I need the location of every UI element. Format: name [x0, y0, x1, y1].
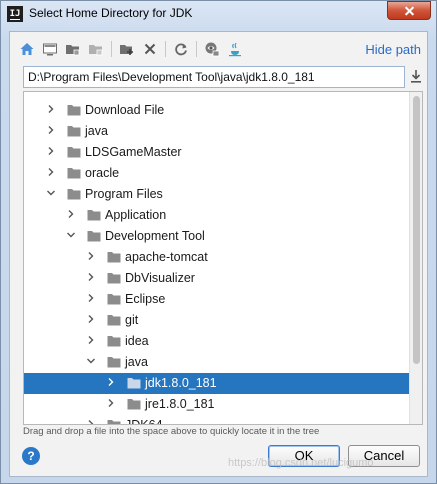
tree-row[interactable]: idea — [24, 331, 409, 352]
scrollbar-thumb[interactable] — [413, 96, 420, 364]
vertical-scrollbar[interactable] — [409, 92, 422, 424]
folder-icon — [107, 252, 121, 263]
tree-row-label: git — [125, 313, 139, 327]
tree-row-label: DbVisualizer — [125, 271, 195, 285]
refresh-icon[interactable] — [173, 41, 189, 57]
folder-icon — [67, 147, 81, 158]
tree-row[interactable]: Program Files — [24, 184, 409, 205]
tree-row-label: jre1.8.0_181 — [145, 397, 215, 411]
chevron-right-icon[interactable] — [105, 398, 117, 410]
tree-row-label: Download File — [85, 103, 165, 117]
path-input[interactable]: D:\Program Files\Development Tool\java\j… — [23, 66, 405, 88]
home-icon[interactable] — [19, 41, 35, 57]
folder-icon — [87, 210, 101, 221]
tree-row-label: java — [85, 124, 108, 138]
watermark: https://blog.csdn.net/lucigumo — [228, 457, 374, 469]
folder-icon — [67, 105, 81, 116]
tree-row[interactable]: jre1.8.0_181 — [24, 394, 409, 415]
folder-icon — [107, 336, 121, 347]
chevron-right-icon[interactable] — [85, 251, 97, 263]
chevron-right-icon[interactable] — [85, 293, 97, 305]
chevron-right-icon[interactable] — [65, 209, 77, 221]
tree-row[interactable]: JDK64 — [24, 415, 409, 425]
dialog-content: Hide path D:\Program Files\Development T… — [9, 31, 428, 477]
tree-row[interactable]: Development Tool — [24, 226, 409, 247]
toolbar-separator — [165, 41, 166, 57]
chevron-down-icon[interactable] — [45, 188, 57, 200]
tree-row-label: Program Files — [85, 187, 163, 201]
tree-row-label: apache-tomcat — [125, 250, 208, 264]
chevron-right-icon[interactable] — [45, 104, 57, 116]
tree-row[interactable]: jdk1.8.0_181 — [24, 373, 409, 394]
folder-icon — [87, 231, 101, 242]
app-icon-text: IJ — [9, 9, 21, 20]
tree-row[interactable]: git — [24, 310, 409, 331]
folder-icon — [127, 399, 141, 410]
intellij-app-icon: IJ — [7, 6, 23, 22]
folder-icon — [67, 168, 81, 179]
chevron-right-icon[interactable] — [85, 335, 97, 347]
tree-row[interactable]: java — [24, 121, 409, 142]
tree-row[interactable]: java — [24, 352, 409, 373]
tree-row-label: java — [125, 355, 148, 369]
tree-row-label: JDK64 — [125, 418, 163, 425]
tree-row-label: idea — [125, 334, 149, 348]
chevron-right-icon[interactable] — [105, 377, 117, 389]
toolbar-separator — [196, 41, 197, 57]
chevron-right-icon[interactable] — [85, 419, 97, 424]
file-tree[interactable]: Download File java LDSGameMaster oracle Prog… — [23, 91, 423, 425]
jdk-icon[interactable] — [227, 41, 243, 57]
chevron-right-icon[interactable] — [45, 167, 57, 179]
tree-row[interactable]: apache-tomcat — [24, 247, 409, 268]
chevron-down-icon[interactable] — [65, 230, 77, 242]
drag-drop-hint: Drag and drop a file into the space abov… — [23, 426, 320, 437]
tree-row-label: Eclipse — [125, 292, 166, 306]
tree-row[interactable]: LDSGameMaster — [24, 142, 409, 163]
tree-row-label: LDSGameMaster — [85, 145, 182, 159]
title-bar[interactable]: IJ Select Home Directory for JDK — [1, 1, 436, 27]
close-button[interactable] — [387, 1, 431, 20]
chevron-down-icon[interactable] — [85, 356, 97, 368]
window-title: Select Home Directory for JDK — [29, 6, 193, 20]
tree-row[interactable]: oracle — [24, 163, 409, 184]
dialog-window: IJ Select Home Directory for JDK Hide pa… — [0, 0, 437, 484]
toolbar: Hide path — [10, 32, 427, 64]
chevron-right-icon[interactable] — [45, 146, 57, 158]
tree-row-label: oracle — [85, 166, 120, 180]
folder-icon — [127, 378, 141, 389]
tree-row[interactable]: Download File — [24, 100, 409, 121]
folder-icon — [107, 315, 121, 326]
folder-icon — [67, 126, 81, 137]
folder-icon — [107, 294, 121, 305]
folder-icon — [107, 357, 121, 368]
chevron-right-icon[interactable] — [85, 272, 97, 284]
chevron-right-icon[interactable] — [45, 125, 57, 137]
module-folder-icon[interactable] — [88, 41, 104, 57]
tree-row-label: Application — [105, 208, 167, 222]
project-folder-icon[interactable] — [65, 41, 81, 57]
delete-icon[interactable] — [142, 41, 158, 57]
show-hidden-icon[interactable] — [204, 41, 220, 57]
tree-row-label: jdk1.8.0_181 — [145, 376, 217, 390]
tree-row-label: Development Tool — [105, 229, 205, 243]
new-folder-icon[interactable] — [119, 41, 135, 57]
folder-icon — [107, 420, 121, 424]
toolbar-separator — [111, 41, 112, 57]
tree-row[interactable]: DbVisualizer — [24, 268, 409, 289]
folder-icon — [107, 273, 121, 284]
desktop-icon[interactable] — [42, 41, 58, 57]
chevron-right-icon[interactable] — [85, 314, 97, 326]
folder-icon — [67, 189, 81, 200]
download-icon[interactable] — [408, 68, 424, 84]
hide-path-link[interactable]: Hide path — [365, 42, 421, 57]
tree-row[interactable]: Eclipse — [24, 289, 409, 310]
tree-row[interactable]: Application — [24, 205, 409, 226]
help-button[interactable]: ? — [22, 447, 40, 465]
